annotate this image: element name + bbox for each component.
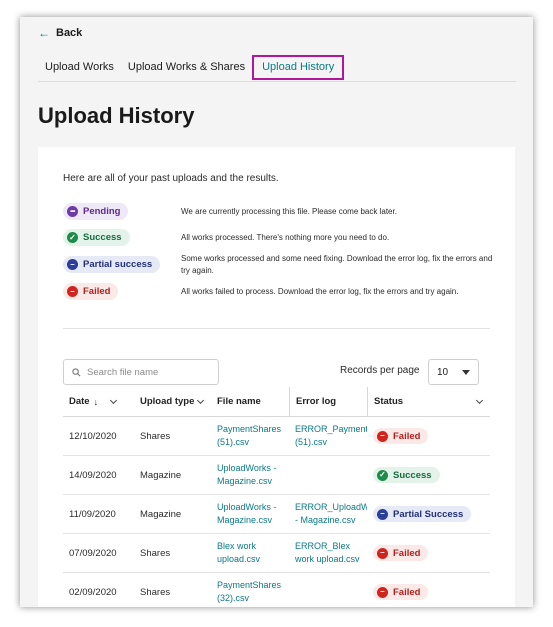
upload-type-cell: Magazine	[140, 469, 182, 481]
chevron-down-icon	[110, 396, 118, 404]
error-log-link[interactable]: ERROR_Blex work upload.csv	[289, 540, 367, 566]
legend-pending: ••• Pending	[63, 203, 129, 220]
date-cell: 12/10/2020	[69, 430, 117, 442]
page-title: Upload History	[38, 103, 195, 128]
status-badge: ••• Pending	[63, 203, 129, 220]
date-cell: 07/09/2020	[69, 547, 117, 559]
status-badge: ✓ Success	[373, 467, 440, 483]
error-log-link[interactable]: ERROR_PaymentShares (51).csv	[289, 423, 367, 449]
table-row: 11/09/2020 Magazine UploadWorks - Magazi…	[63, 495, 490, 534]
tab-upload-works[interactable]: Upload Works	[38, 55, 121, 81]
column-header-date[interactable]: Date ↓	[63, 387, 134, 416]
upload-type-cell: Shares	[140, 547, 171, 559]
status-badge: – Failed	[63, 283, 119, 300]
minus-icon: –	[67, 286, 78, 297]
legend-description: All works failed to process. Download th…	[181, 287, 459, 296]
ellipsis-icon: •••	[67, 206, 78, 217]
upload-type-cell: Shares	[140, 430, 171, 442]
table-row: 07/09/2020 Shares Blex work upload.csv E…	[63, 534, 490, 573]
records-per-page-value: 10	[437, 367, 449, 378]
legend-description: We are currently processing this file. P…	[181, 207, 397, 216]
status-cell: – Failed	[367, 428, 490, 444]
status-badge: – Partial success	[63, 256, 161, 273]
status-cell: – Partial Success	[367, 506, 490, 522]
tab-upload-history[interactable]: Upload History	[252, 55, 345, 80]
badge-label: Pending	[83, 206, 121, 217]
status-badge: – Failed	[373, 584, 429, 600]
legend-description: All works processed. There's nothing mor…	[181, 233, 390, 242]
file-name-link[interactable]: UploadWorks - Magazine.csv	[211, 501, 289, 527]
table-row: 12/10/2020 Shares PaymentShares (51).csv…	[63, 417, 490, 456]
tab-upload-works-shares[interactable]: Upload Works & Shares	[121, 55, 252, 81]
status-badge: – Partial Success	[373, 506, 472, 522]
date-cell: 11/09/2020	[69, 508, 116, 520]
arrow-left-icon: ←	[38, 26, 50, 40]
badge-label: Success	[83, 232, 122, 243]
status-badge: – Failed	[373, 428, 429, 444]
legend-success: ✓ Success	[63, 229, 130, 246]
records-per-page-select[interactable]: 10	[428, 359, 479, 385]
date-cell: 02/09/2020	[69, 586, 117, 598]
minus-icon: –	[67, 259, 78, 270]
check-icon: ✓	[67, 232, 78, 243]
upload-type-cell: Magazine	[140, 508, 182, 520]
error-log-link[interactable]: ERROR_UploadWorks - Magazine.csv	[289, 501, 367, 527]
chevron-down-icon	[476, 396, 484, 404]
search-icon	[72, 367, 81, 376]
check-icon: ✓	[377, 469, 388, 481]
search-box[interactable]	[63, 359, 219, 385]
caret-down-icon	[462, 370, 470, 375]
chevron-down-icon	[197, 396, 205, 404]
badge-label: Partial success	[83, 259, 153, 270]
minus-icon: –	[377, 547, 388, 559]
divider	[63, 328, 490, 329]
legend-partial: – Partial success	[63, 256, 161, 273]
file-name-link[interactable]: UploadWorks - Magazine.csv	[211, 462, 289, 488]
sort-down-icon: ↓	[93, 396, 99, 407]
badge-label: Failed	[83, 286, 111, 297]
legend-failed: – Failed	[63, 283, 119, 300]
status-badge: ✓ Success	[63, 229, 130, 246]
upload-history-card: Here are all of your past uploads and th…	[38, 147, 515, 607]
records-per-page-label: Records per page	[340, 365, 420, 376]
upload-type-cell: Shares	[140, 586, 171, 598]
search-input[interactable]	[87, 366, 207, 378]
legend-description: Some works processed and some need fixin…	[181, 254, 493, 275]
column-header-upload-type[interactable]: Upload type	[134, 387, 211, 416]
column-header-status[interactable]: Status	[367, 387, 490, 416]
app-window: ← Back Upload Works Upload Works & Share…	[20, 17, 533, 607]
minus-icon: –	[377, 430, 388, 442]
file-name-link[interactable]: Blex work upload.csv	[211, 540, 289, 566]
date-cell: 14/09/2020	[69, 469, 117, 481]
table-row: 14/09/2020 Magazine UploadWorks - Magazi…	[63, 456, 490, 495]
tab-bar: Upload Works Upload Works & Shares Uploa…	[38, 55, 516, 82]
minus-icon: –	[377, 586, 388, 598]
file-name-link[interactable]: PaymentShares (51).csv	[211, 423, 289, 449]
status-badge: – Failed	[373, 545, 429, 561]
column-header-file-name: File name	[217, 396, 261, 407]
minus-icon: –	[377, 508, 388, 520]
status-cell: – Failed	[367, 545, 490, 561]
intro-text: Here are all of your past uploads and th…	[63, 173, 279, 184]
column-header-error-log: Error log	[289, 387, 367, 416]
back-link[interactable]: ← Back	[38, 26, 82, 40]
table-row: 02/09/2020 Shares PaymentShares (32).csv…	[63, 573, 490, 607]
file-name-link[interactable]: PaymentShares (32).csv	[211, 579, 289, 605]
status-cell: – Failed	[367, 584, 490, 600]
upload-history-table: Date ↓ Upload type File name Error log S…	[63, 387, 490, 607]
table-header: Date ↓ Upload type File name Error log S…	[63, 387, 490, 417]
status-cell: ✓ Success	[367, 467, 490, 483]
back-label: Back	[56, 27, 83, 39]
